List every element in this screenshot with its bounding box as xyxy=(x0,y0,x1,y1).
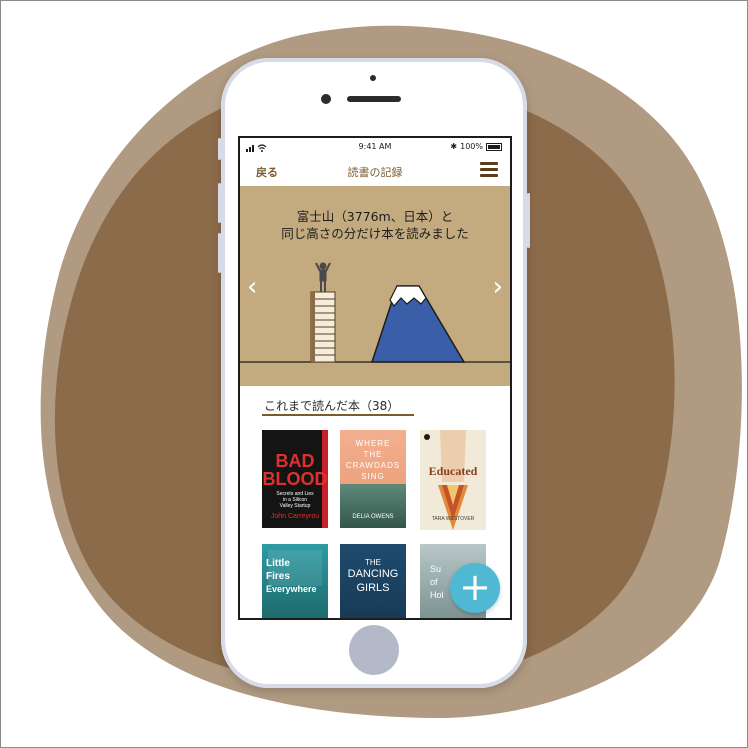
front-camera xyxy=(321,94,331,104)
book-title: SING xyxy=(361,472,385,481)
menu-icon[interactable] xyxy=(480,162,498,178)
book-title: Educated xyxy=(428,464,478,478)
achievement-line-2: 同じ高さの分だけ本を読みました xyxy=(281,226,469,241)
book-title: Little xyxy=(266,558,290,569)
book-title: BAD xyxy=(275,451,315,471)
phone-frame: 9:41 AM ✱ 100% 戻る 読書の記録 富士山（3776m、日本）と 同… xyxy=(218,58,530,688)
book-title: GIRLS xyxy=(356,582,390,594)
mute-switch xyxy=(218,138,221,160)
bluetooth-icon: ✱ xyxy=(450,142,458,151)
prev-arrow-icon[interactable]: ‹ xyxy=(247,274,257,300)
power-button xyxy=(527,193,530,248)
book-cover[interactable]: Little Fires Everywhere xyxy=(262,544,328,618)
nav-bar: 戻る 読書の記録 xyxy=(240,156,510,186)
book-title: Hol xyxy=(430,590,444,600)
book-author: TARA WESTOVER xyxy=(431,516,475,522)
book-title: CRAWDADS xyxy=(345,461,401,470)
achievement-banner: 富士山（3776m、日本）と 同じ高さの分だけ本を読みました ‹ › xyxy=(240,186,510,386)
volume-down-button xyxy=(218,233,221,273)
book-title: THE xyxy=(363,450,383,459)
next-arrow-icon[interactable]: › xyxy=(493,274,503,300)
section-underline xyxy=(262,414,414,416)
book-title: DANCING xyxy=(347,568,399,580)
app-screen: 9:41 AM ✱ 100% 戻る 読書の記録 富士山（3776m、日本）と 同… xyxy=(238,136,512,620)
book-title: Fires xyxy=(266,571,290,582)
book-title: THE xyxy=(365,558,381,567)
person-figure xyxy=(315,262,331,292)
book-title: of xyxy=(430,577,438,587)
book-title: WHERE xyxy=(355,439,391,448)
book-cover[interactable]: BAD BLOOD Secrets and Lies in a Silicon … xyxy=(262,430,328,528)
earpiece-speaker xyxy=(347,96,401,102)
book-title: BLOOD xyxy=(262,469,328,489)
books-section-title: これまで読んだ本（38） xyxy=(264,399,400,413)
status-bar: 9:41 AM ✱ 100% xyxy=(240,138,510,156)
book-cover[interactable]: THE DANCING GIRLS xyxy=(340,544,406,618)
plus-icon: + xyxy=(459,565,491,609)
book-author: DELIA OWENS xyxy=(352,514,394,520)
battery-icon xyxy=(486,142,502,151)
book-title: Su xyxy=(430,564,442,574)
book-title: Everywhere xyxy=(266,584,317,594)
volume-up-button xyxy=(218,183,221,223)
proximity-sensor xyxy=(370,75,376,81)
battery-percent: 100% xyxy=(460,142,483,151)
book-stack xyxy=(310,291,336,363)
book-cover[interactable]: Educated TARA WESTOVER xyxy=(420,430,486,530)
book-cover[interactable]: WHERE THE CRAWDADS SING DELIA OWENS xyxy=(340,430,406,528)
pencil-illustration xyxy=(438,430,468,530)
book-subtitle: Valley Startup xyxy=(279,503,311,509)
mount-fuji xyxy=(370,285,466,363)
achievement-line-1: 富士山（3776m、日本）と xyxy=(296,209,454,224)
book-author: John Carreyrou xyxy=(270,513,320,520)
add-book-button[interactable]: + xyxy=(450,563,500,613)
achievement-text: 富士山（3776m、日本）と 同じ高さの分だけ本を読みました xyxy=(240,208,510,242)
home-button[interactable] xyxy=(349,625,399,675)
page-title: 読書の記録 xyxy=(347,166,403,179)
